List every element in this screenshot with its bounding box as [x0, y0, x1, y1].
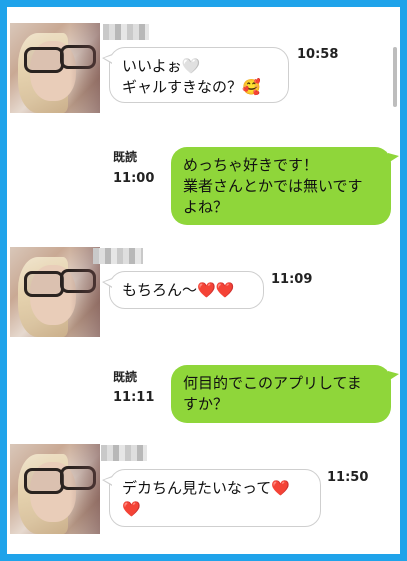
- outgoing-message-bubble[interactable]: 何目的でこのアプリしてま すか？: [171, 365, 399, 423]
- outgoing-message-bubble[interactable]: めっちゃ好きです！ 業者さんとかでは無いです よね？: [171, 147, 399, 225]
- read-receipt: 既読: [113, 370, 138, 384]
- sender-name-mosaic: [103, 24, 149, 40]
- sender-avatar[interactable]: [10, 444, 100, 534]
- scrollbar[interactable]: [393, 47, 397, 107]
- sender-avatar[interactable]: [10, 23, 100, 113]
- message-time: 11:09: [271, 272, 313, 287]
- incoming-message-bubble[interactable]: いいよぉ🤍 ギャルすきなの？🥰: [102, 47, 289, 103]
- message-time: 11:00: [113, 171, 155, 186]
- chat-screen: いいよぉ🤍 ギャルすきなの？🥰 10:58 既読 11:00 めっちゃ好きです！…: [7, 7, 400, 554]
- sender-name-mosaic: [93, 248, 143, 264]
- message-time: 10:58: [297, 47, 339, 62]
- incoming-message-bubble[interactable]: デカちん見たいなって❤️ ❤️: [102, 469, 321, 527]
- sender-avatar[interactable]: [10, 247, 100, 337]
- message-time: 11:50: [327, 470, 369, 485]
- incoming-message-bubble[interactable]: もちろん〜❤️❤️: [102, 271, 264, 309]
- read-receipt: 既読: [113, 150, 138, 164]
- message-time: 11:11: [113, 390, 155, 405]
- sender-name-mosaic: [101, 445, 147, 461]
